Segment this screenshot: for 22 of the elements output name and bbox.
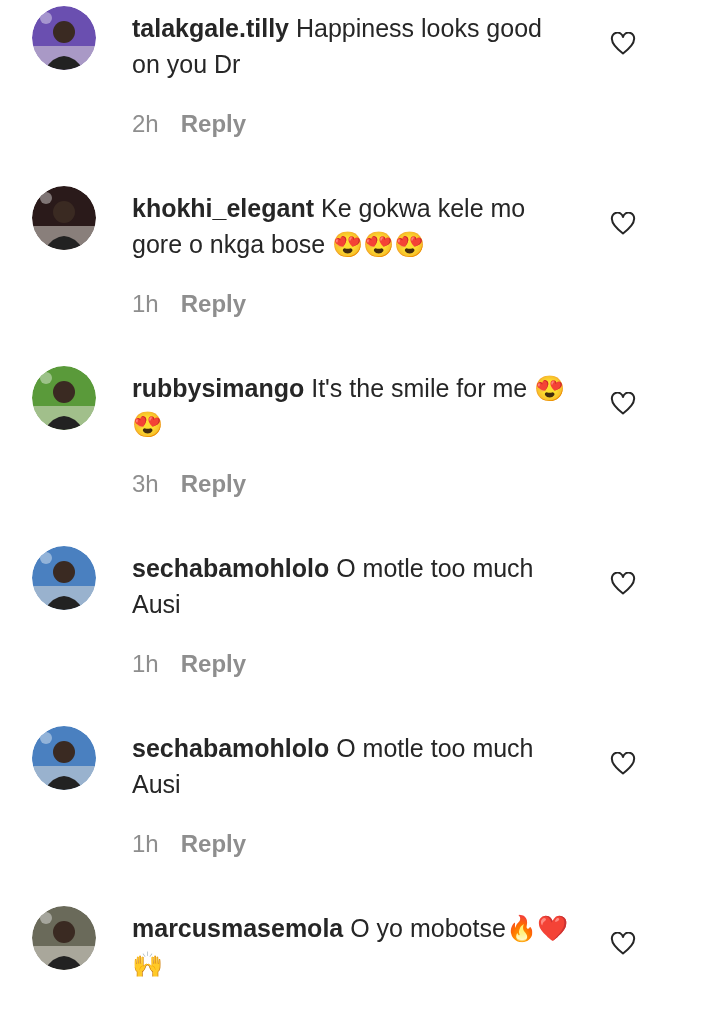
comment-text: talakgale.tilly Happiness looks good on you Dr	[132, 13, 543, 80]
comment-text: khokhi_elegant Ke gokwa kele mo gore o nkga bose 😍😍😍	[132, 193, 527, 260]
comment-text: rubbysimango It's the smile for me 😍😍	[132, 373, 567, 440]
reply-link[interactable]: Reply	[180, 286, 247, 322]
reply-link[interactable]: Reply	[180, 826, 247, 862]
comment-text: marcusmasemola O yo mobotse🔥❤🙌	[132, 913, 569, 980]
heart-icon[interactable]	[610, 392, 636, 416]
comment-text: sechabamohlolo O motle too much Ausi	[132, 553, 535, 620]
heart-icon[interactable]	[610, 752, 636, 776]
timestamp: 1h	[132, 829, 159, 859]
heart-icon[interactable]	[610, 212, 636, 236]
reply-link[interactable]: Reply	[180, 106, 247, 142]
reply-link[interactable]: Reply	[180, 646, 247, 682]
timestamp: 1h	[132, 289, 159, 319]
heart-icon[interactable]	[610, 932, 636, 956]
timestamp: 3h	[132, 469, 159, 499]
reply-link[interactable]: Reply	[180, 466, 247, 502]
timestamp: 1h	[132, 649, 159, 679]
timestamp: 2h	[132, 109, 159, 139]
heart-icon[interactable]	[610, 32, 636, 56]
comment-text: sechabamohlolo O motle too much Ausi	[132, 733, 535, 800]
heart-icon[interactable]	[610, 572, 636, 596]
